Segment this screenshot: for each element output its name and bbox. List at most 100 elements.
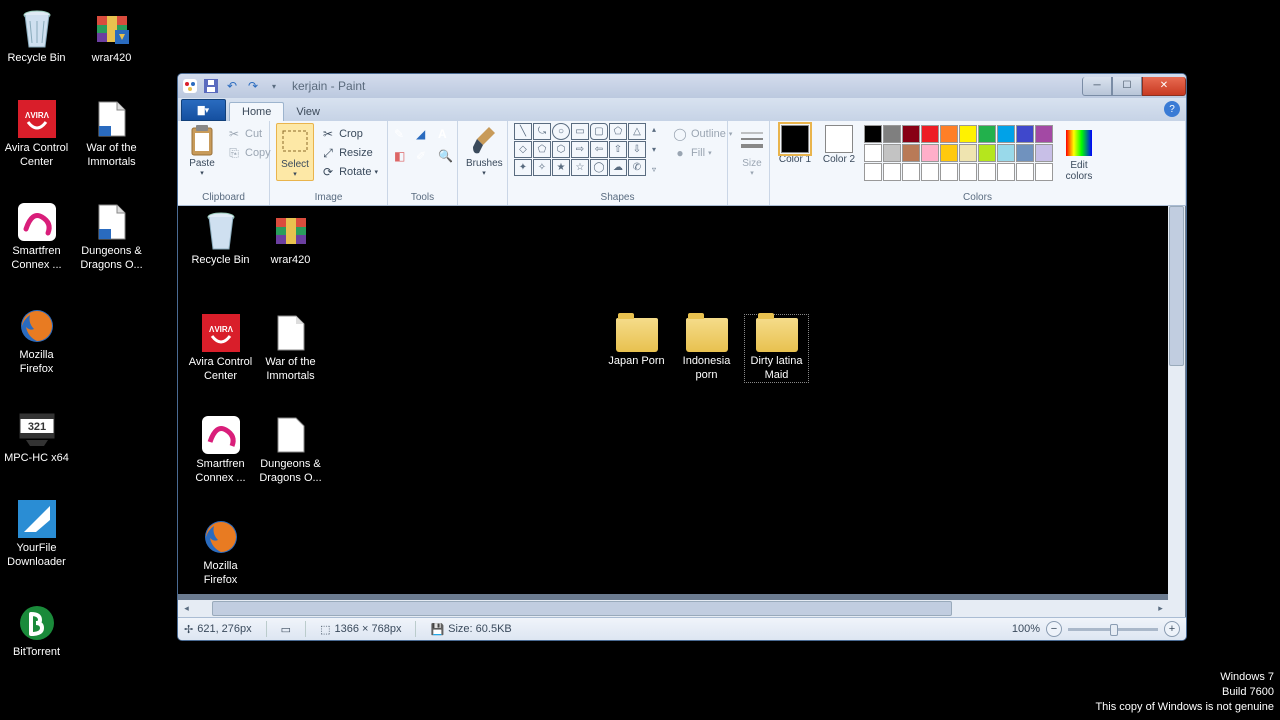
custom-color-slot[interactable] [883, 163, 901, 181]
custom-color-slot[interactable] [864, 163, 882, 181]
color-swatch[interactable] [864, 144, 882, 162]
vertical-scrollbar[interactable] [1168, 206, 1185, 617]
file-icon [91, 98, 133, 140]
color-swatch[interactable] [902, 144, 920, 162]
desktop-dnd[interactable]: Dungeons & Dragons O... [79, 201, 144, 273]
minimize-button[interactable]: ─ [1082, 77, 1112, 96]
fill-tool[interactable]: ◢ [416, 127, 436, 141]
undo-icon[interactable]: ↶ [224, 78, 240, 94]
shapes-gallery[interactable]: ╲⤿○▭▢⬠△ ◇⬠⬡⇨⇦⇧⇩ ✦✧★☆◯☁✆ [514, 123, 646, 176]
color-swatch[interactable] [921, 125, 939, 143]
redo-icon[interactable]: ↷ [245, 78, 261, 94]
color-palette[interactable] [864, 125, 1053, 181]
custom-color-slot[interactable] [902, 163, 920, 181]
tab-home[interactable]: Home [229, 102, 284, 121]
color-swatch[interactable] [1016, 125, 1034, 143]
desktop-bittorrent[interactable]: BitTorrent [4, 602, 69, 660]
avira-icon: ΛVIRΛ [16, 98, 58, 140]
color-swatch[interactable] [1035, 125, 1053, 143]
group-label: Shapes [514, 191, 721, 205]
desktop-icon-label: Mozilla Firefox [4, 349, 69, 377]
brushes-button[interactable]: Brushes▾ [464, 123, 504, 179]
custom-color-slot[interactable] [940, 163, 958, 181]
edit-colors-button[interactable]: Edit colors [1059, 125, 1099, 184]
copy-button[interactable]: ⎘Copy [223, 144, 274, 162]
desktop-mpc[interactable]: 321 MPC-HC x64 [4, 408, 69, 466]
color-swatch[interactable] [997, 125, 1015, 143]
file-menu-button[interactable]: ▇▾ [181, 99, 226, 121]
picker-tool[interactable]: ✐ [416, 149, 436, 163]
color1-button[interactable]: Color 1 [776, 125, 814, 165]
save-icon[interactable] [203, 78, 219, 94]
custom-color-slot[interactable] [1016, 163, 1034, 181]
rotate-button[interactable]: ⟳Rotate ▾ [317, 163, 381, 181]
color-swatch[interactable] [883, 125, 901, 143]
color-swatch[interactable] [940, 125, 958, 143]
paste-button[interactable]: Paste▾ [184, 123, 220, 179]
desktop-icon-label: YourFile Downloader [4, 542, 69, 570]
color-swatch[interactable] [864, 125, 882, 143]
tab-view[interactable]: View [284, 103, 332, 121]
zoom-slider[interactable] [1068, 628, 1158, 631]
outline-button[interactable]: ◯Outline ▾ [669, 125, 735, 143]
desktop-war-immortals[interactable]: War of the Immortals [79, 98, 144, 170]
desktop-avira[interactable]: ΛVIRΛ Avira Control Center [4, 98, 69, 170]
cut-button[interactable]: ✂Cut [223, 125, 274, 143]
custom-color-slot[interactable] [921, 163, 939, 181]
color-swatch[interactable] [959, 125, 977, 143]
edit-colors-icon [1063, 127, 1095, 159]
qat-dropdown-icon[interactable]: ▾ [266, 78, 282, 94]
select-button[interactable]: Select▾ [276, 123, 314, 181]
desktop-firefox[interactable]: Mozilla Firefox [4, 305, 69, 377]
desktop-yourfile[interactable]: YourFile Downloader [4, 498, 69, 570]
bittorrent-icon [16, 602, 58, 644]
maximize-button[interactable]: ☐ [1112, 77, 1142, 96]
recycle-bin-icon [16, 8, 58, 50]
close-button[interactable]: ✕ [1142, 77, 1186, 96]
canvas-recycle-bin: Recycle Bin [188, 210, 253, 268]
size-button[interactable]: Size▾ [734, 123, 770, 179]
color-swatch[interactable] [978, 125, 996, 143]
fill-button[interactable]: ●Fill ▾ [669, 144, 735, 162]
canvas-avira: ΛVIRΛAvira Control Center [188, 312, 253, 384]
text-tool[interactable]: A [438, 127, 458, 141]
magnifier-tool[interactable]: 🔍 [438, 149, 458, 163]
custom-color-slot[interactable] [978, 163, 996, 181]
custom-color-slot[interactable] [997, 163, 1015, 181]
desktop-recycle-bin[interactable]: Recycle Bin [4, 8, 69, 66]
crop-button[interactable]: ✂Crop [317, 125, 381, 143]
color-swatch[interactable] [1035, 144, 1053, 162]
desktop-wrar[interactable]: wrar420 [79, 8, 144, 66]
zoom-in-button[interactable]: + [1164, 621, 1180, 637]
titlebar[interactable]: ↶ ↷ ▾ kerjain - Paint ─ ☐ ✕ [178, 74, 1186, 98]
ribbon-tabs: ▇▾ Home View ? [178, 98, 1186, 121]
custom-color-slot[interactable] [959, 163, 977, 181]
custom-color-slot[interactable] [1035, 163, 1053, 181]
color-swatch[interactable] [1016, 144, 1034, 162]
file-icon [270, 414, 312, 456]
color2-button[interactable]: Color 2 [820, 125, 858, 165]
pencil-tool[interactable]: ✎ [394, 127, 414, 141]
color-swatch[interactable] [978, 144, 996, 162]
smartfren-icon [16, 201, 58, 243]
shapes-more[interactable]: ▴▾▿ [646, 123, 662, 176]
color-swatch[interactable] [883, 144, 901, 162]
scissors-icon: ✂ [226, 126, 242, 142]
desktop-smartfren[interactable]: Smartfren Connex ... [4, 201, 69, 273]
canvas-area: Recycle Bin wrar420 ΛVIRΛAvira Control C… [178, 206, 1186, 617]
selection-size-icon: ▭ [281, 623, 291, 636]
eraser-tool[interactable]: ◧ [394, 149, 414, 163]
file-icon [270, 312, 312, 354]
smartfren-icon [200, 414, 242, 456]
help-button[interactable]: ? [1164, 101, 1180, 117]
folder-icon [756, 318, 798, 352]
zoom-out-button[interactable]: − [1046, 621, 1062, 637]
color-swatch[interactable] [902, 125, 920, 143]
resize-button[interactable]: ⤢Resize [317, 144, 381, 162]
horizontal-scrollbar[interactable]: ◂▸ [178, 600, 1169, 617]
canvas[interactable]: Recycle Bin wrar420 ΛVIRΛAvira Control C… [178, 206, 1168, 594]
color-swatch[interactable] [959, 144, 977, 162]
color-swatch[interactable] [921, 144, 939, 162]
color-swatch[interactable] [940, 144, 958, 162]
color-swatch[interactable] [997, 144, 1015, 162]
